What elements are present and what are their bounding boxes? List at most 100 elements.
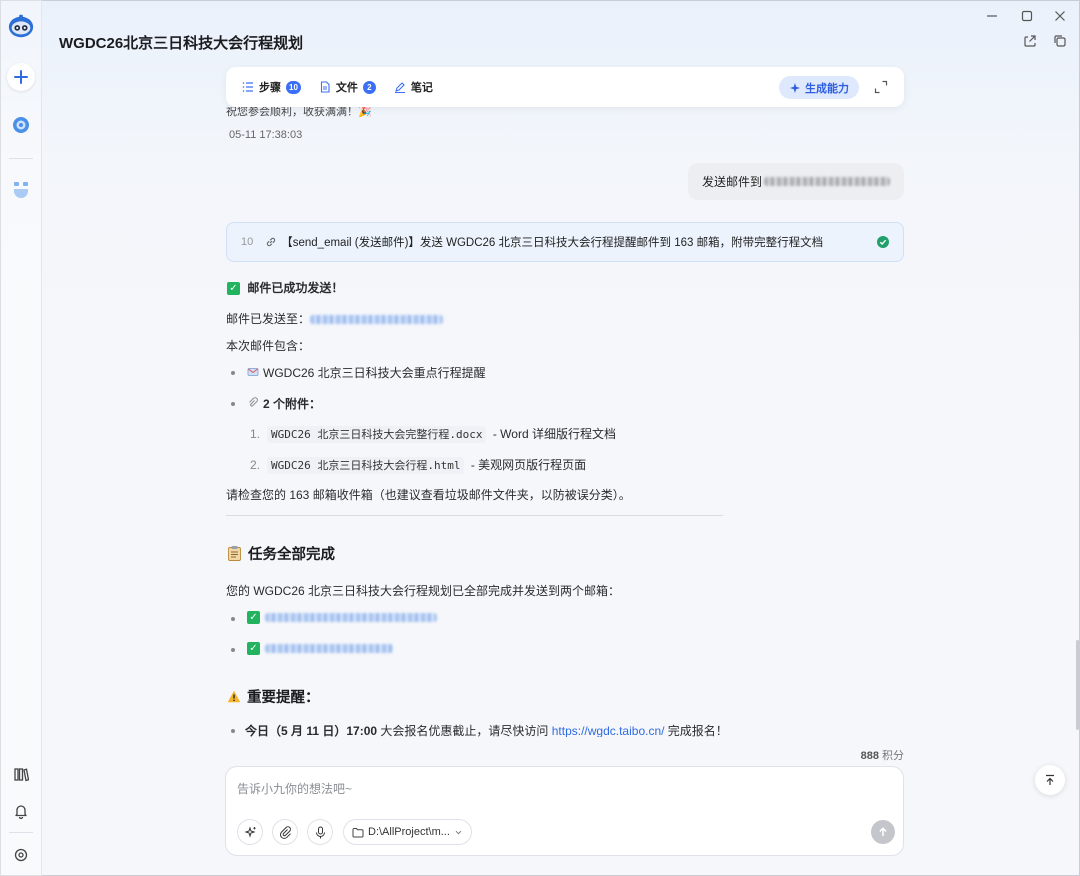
microphone-icon (315, 826, 325, 838)
attachment-desc: - 美观网页版行程页面 (470, 458, 587, 472)
paperclip-icon (279, 825, 291, 839)
voice-button[interactable] (307, 819, 333, 845)
tab-steps[interactable]: 步骤 10 (242, 79, 301, 95)
tool-call-card[interactable]: 10 【send_email (发送邮件)】发送 WGDC26 北京三日科技大会… (226, 222, 904, 262)
scroll-to-top-button[interactable] (1035, 765, 1065, 795)
user-message-text: 发送邮件到 (701, 175, 762, 189)
redacted-email (310, 315, 444, 325)
plus-icon (14, 70, 28, 84)
expand-icon (874, 80, 888, 94)
important-heading: 重要提醒： (227, 686, 320, 707)
check-inbox-text: 请检查您的 163 邮箱收件箱（也建议查看垃圾邮件文件夹，以防被误分类）。 (226, 488, 631, 502)
list-item-attachments: 2 个附件： (247, 395, 321, 412)
generate-skill-label: 生成能力 (805, 82, 849, 95)
minimize-button[interactable] (982, 6, 1002, 26)
settings-button[interactable] (7, 841, 35, 869)
new-chat-button[interactable] (7, 63, 35, 91)
agent-button[interactable] (7, 175, 35, 203)
orb-icon (13, 117, 29, 133)
attachment-filename: WGDC26 北京三日科技大会行程.html (267, 457, 465, 474)
pen-icon (394, 82, 405, 93)
list-icon (242, 82, 253, 92)
section-divider (226, 515, 723, 516)
redacted-email (265, 644, 394, 654)
maximize-icon (1021, 10, 1033, 22)
reminder-item: 今日（5 月 11 日）17:00 大会报名优惠截止，请尽快访问 https:/… (245, 724, 728, 738)
tool-call-text: 【send_email (发送邮件)】发送 WGDC26 北京三日科技大会行程提… (281, 237, 824, 249)
success-check-icon (877, 236, 889, 248)
library-button[interactable] (7, 760, 35, 788)
maximize-button[interactable] (1017, 6, 1037, 26)
checkbox-icon: ✓ (247, 611, 260, 625)
bell-icon (15, 805, 27, 819)
chat-input-placeholder[interactable]: 告诉小九你的想法吧~ (237, 780, 352, 797)
copy-icon (1054, 35, 1066, 47)
checkbox-icon: ✓ (247, 642, 260, 656)
warning-icon (227, 690, 241, 703)
copy-button[interactable] (1050, 32, 1070, 50)
bullet (231, 371, 235, 375)
bullet (231, 729, 235, 733)
task-toolbar: 步骤 10 文件 2 笔记 生成能力 (226, 67, 904, 107)
link-icon (267, 237, 276, 247)
steps-count-badge: 10 (286, 80, 301, 94)
chevron-down-icon (455, 830, 462, 834)
robot-logo-icon (8, 14, 34, 38)
email-list-item: ✓ (247, 641, 394, 656)
generate-skill-button[interactable]: 生成能力 (779, 76, 859, 99)
arrow-to-top-icon (1046, 774, 1054, 785)
sparkle-icon (243, 825, 256, 838)
send-button[interactable] (871, 820, 895, 844)
explore-button[interactable] (7, 111, 35, 139)
magic-button[interactable] (237, 819, 263, 845)
includes-label: 本次邮件包含： (226, 339, 311, 353)
registration-link[interactable]: https://wgdc.taibo.cn/ (552, 724, 665, 737)
attach-button[interactable] (272, 819, 298, 845)
clipboard-icon (228, 546, 241, 561)
tab-files-label: 文件 (335, 82, 358, 94)
tab-notes-label: 笔记 (410, 82, 433, 94)
folder-icon (352, 827, 364, 837)
workspace-path-select[interactable]: D:\AllProject\m... (343, 819, 472, 845)
list-item-reminder: WGDC26 北京三日科技大会重点行程提醒 (247, 364, 486, 381)
sidebar-divider (9, 158, 33, 159)
files-count-badge: 2 (362, 80, 376, 94)
close-icon (1055, 11, 1065, 21)
app-logo[interactable] (7, 12, 35, 40)
tool-step-number: 10 (241, 236, 254, 248)
ordered-number: 1. (250, 427, 261, 441)
workspace-path: D:\AllProject\m... (368, 826, 450, 838)
minimize-icon (987, 15, 997, 17)
expand-button[interactable] (874, 80, 888, 94)
tab-steps-label: 步骤 (259, 82, 281, 94)
redacted-email (764, 177, 890, 186)
arrow-up-icon (879, 827, 887, 836)
notifications-button[interactable] (7, 797, 35, 825)
bullet (231, 402, 235, 406)
close-window-button[interactable] (1050, 6, 1070, 26)
chat-input-box[interactable]: 告诉小九你的想法吧~ D:\AllProject\m... (225, 766, 904, 856)
scrollbar-thumb[interactable] (1076, 640, 1079, 730)
file-icon (320, 81, 330, 93)
tab-files[interactable]: 文件 2 (319, 79, 376, 95)
envelope-icon (247, 368, 259, 376)
share-icon (1024, 35, 1036, 47)
points-balance: 888 积分 (860, 750, 904, 762)
attachment-item: WGDC26 北京三日科技大会完整行程.docx - Word 详细版行程文档 (267, 425, 616, 443)
ordered-number: 2. (250, 458, 261, 472)
sent-to-line: 邮件已发送至： (226, 310, 444, 327)
page-title: WGDC26北京三日科技大会行程规划 (59, 35, 304, 52)
sparkle-icon (790, 82, 800, 93)
tab-notes[interactable]: 笔记 (394, 79, 433, 95)
bullet (231, 648, 235, 652)
attachment-item: WGDC26 北京三日科技大会行程.html - 美观网页版行程页面 (267, 456, 587, 474)
paperclip-icon (249, 397, 258, 407)
email-list-item: ✓ (247, 610, 438, 625)
share-button[interactable] (1020, 32, 1040, 50)
gear-icon (14, 848, 28, 862)
attachment-desc: - Word 详细版行程文档 (492, 427, 616, 441)
done-description: 您的 WGDC26 北京三日科技大会行程规划已全部完成并发送到两个邮箱： (226, 584, 621, 598)
success-heading: ✓ 邮件已成功发送！ (227, 279, 343, 296)
sidebar-divider-bottom (9, 832, 33, 833)
agent-icon (14, 182, 28, 198)
